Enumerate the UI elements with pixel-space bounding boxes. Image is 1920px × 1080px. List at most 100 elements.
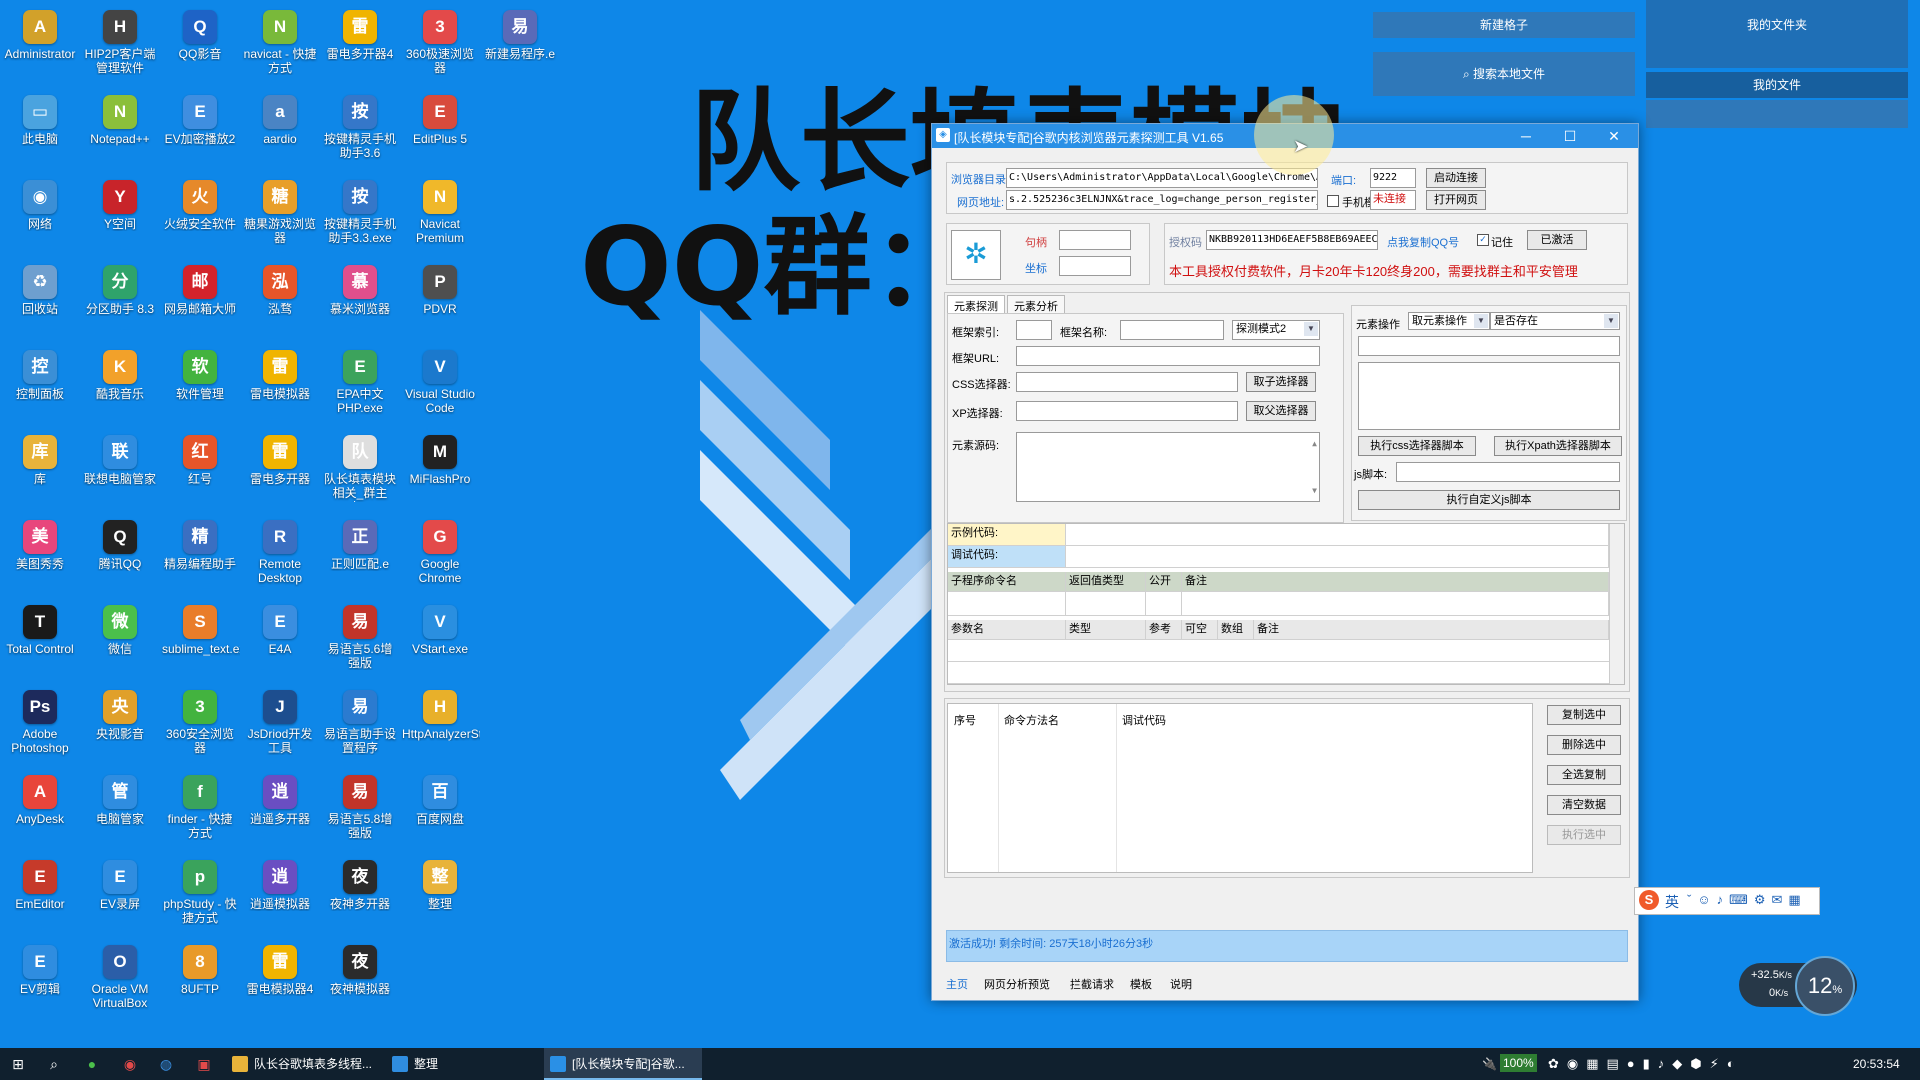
desktop-icon[interactable]: 控控制面板 <box>0 342 80 424</box>
desktop-icon[interactable]: K 酷我音乐 <box>80 342 160 424</box>
desktop-icon[interactable]: 按按键精灵手机助手3.3.exe <box>320 172 400 254</box>
pinned-app-icon[interactable]: ● <box>82 1054 102 1074</box>
param-row[interactable] <box>948 640 1609 662</box>
taskbar-app-folder[interactable]: 整理 <box>386 1048 542 1080</box>
desktop-icon[interactable]: 8 8UFTP <box>160 937 240 1019</box>
desktop-icon[interactable]: T Total Control <box>0 597 80 679</box>
search-local-files-button[interactable]: ⌕ 搜索本地文件 <box>1373 52 1635 96</box>
frame-url-input[interactable] <box>1016 346 1320 366</box>
frame-name-input[interactable] <box>1120 320 1224 340</box>
tab-home[interactable]: 主页 <box>946 976 968 992</box>
run-selected-button[interactable]: 执行选中 <box>1547 825 1621 845</box>
pinned-app-icon[interactable]: ◍ <box>156 1054 176 1074</box>
run-custom-js-button[interactable]: 执行自定义js脚本 <box>1358 490 1620 510</box>
desktop-icon[interactable]: N Notepad++ <box>80 87 160 169</box>
desktop-icon[interactable]: 管电脑管家 <box>80 767 160 849</box>
new-grid-button[interactable]: 新建格子 <box>1373 12 1635 38</box>
tab-page-preview[interactable]: 网页分析预览 <box>984 976 1050 992</box>
desktop-icon[interactable]: 逍逍遥模拟器 <box>240 852 320 934</box>
desktop-icon[interactable]: 整整理 <box>400 852 480 934</box>
tab-intercept[interactable]: 拦截请求 <box>1070 976 1114 992</box>
desktop-icon[interactable]: a aardio <box>240 87 320 169</box>
desktop-icon[interactable]: 分分区助手 8.3 <box>80 257 160 339</box>
desktop-icon[interactable]: E EV录屏 <box>80 852 160 934</box>
my-folder-panel[interactable]: 我的文件夹 <box>1646 0 1908 68</box>
desktop-icon[interactable]: 雷雷电模拟器4 <box>240 937 320 1019</box>
tab-template[interactable]: 模板 <box>1130 976 1152 992</box>
op-result-textarea[interactable] <box>1358 362 1620 430</box>
desktop-icon[interactable]: 红红号 <box>160 427 240 509</box>
desktop-icon[interactable]: 3 360极速浏览器 <box>400 2 480 84</box>
taskbar-app-fill-tool[interactable]: 队长谷歌填表多线程... <box>226 1048 384 1080</box>
js-script-input[interactable] <box>1396 462 1620 482</box>
coord-input[interactable] <box>1059 256 1131 276</box>
desktop-icon[interactable]: 易新建易程序.e <box>480 2 560 84</box>
url-input[interactable]: s.2.525236c3ELNJNX&trace_log=change_pers… <box>1006 190 1318 210</box>
editor-scrollbar[interactable] <box>1609 524 1624 684</box>
desktop-icon[interactable]: H HttpAnalyzerStdV7 <box>400 682 480 764</box>
handle-input[interactable] <box>1059 230 1131 250</box>
desktop-icon[interactable]: 泓泓骛 <box>240 257 320 339</box>
debug-code-value[interactable] <box>1066 546 1609 568</box>
maximize-icon[interactable]: ☐ <box>1548 124 1592 148</box>
desktop-icon[interactable]: Q QQ影音 <box>160 2 240 84</box>
crosshair-target-icon[interactable]: ✲ <box>951 230 1001 280</box>
sub-name-cell[interactable] <box>948 592 1066 616</box>
open-page-button[interactable]: 打开网页 <box>1426 190 1486 210</box>
desktop-icon[interactable]: A AnyDesk <box>0 767 80 849</box>
public-cell[interactable] <box>1146 592 1182 616</box>
desktop-icon[interactable]: 夜夜神模拟器 <box>320 937 400 1019</box>
clock[interactable]: 20:53:54 <box>1853 1048 1900 1080</box>
copy-selected-button[interactable]: 复制选中 <box>1547 705 1621 725</box>
run-xpath-script-button[interactable]: 执行Xpath选择器脚本 <box>1494 436 1622 456</box>
desktop-icon[interactable]: 微微信 <box>80 597 160 679</box>
desktop-icon[interactable]: O Oracle VM VirtualBox <box>80 937 160 1019</box>
desktop-icon[interactable]: f finder - 快捷方式 <box>160 767 240 849</box>
desktop-icon[interactable]: A Administrator <box>0 2 80 84</box>
desktop-icon[interactable]: E EditPlus 5 <box>400 87 480 169</box>
activated-button[interactable]: 已激活 <box>1527 230 1587 250</box>
param-row[interactable] <box>948 662 1609 684</box>
ime-lang[interactable]: 英 <box>1665 892 1679 912</box>
desktop-icon[interactable]: M MiFlashPro <box>400 427 480 509</box>
return-type-cell[interactable] <box>1066 592 1146 616</box>
ime-tool-icons[interactable]: ˇ☺♪⌨⚙✉▦ <box>1687 892 1807 908</box>
get-parent-selector-button[interactable]: 取父选择器 <box>1246 401 1316 421</box>
scroll-up-icon[interactable]: ▲ <box>1312 435 1317 452</box>
desktop-icon[interactable]: 糖糖果游戏浏览器 <box>240 172 320 254</box>
frame-index-input[interactable] <box>1016 320 1052 340</box>
desktop-icon[interactable]: 易易语言5.8增强版 <box>320 767 400 849</box>
desktop-icon[interactable]: 联联想电脑管家 <box>80 427 160 509</box>
desktop-icon[interactable]: Nnavicat - 快捷方式 <box>240 2 320 84</box>
clear-data-button[interactable]: 清空数据 <box>1547 795 1621 815</box>
desktop-icon[interactable]: 按按键精灵手机助手3.6 <box>320 87 400 169</box>
desktop-icon[interactable]: 逍逍遥多开器 <box>240 767 320 849</box>
pinned-app-icon[interactable]: ▣ <box>194 1054 214 1074</box>
desktop-icon[interactable]: H HIP2P客户端管理软件 <box>80 2 160 84</box>
desktop-icon[interactable]: 百百度网盘 <box>400 767 480 849</box>
desktop-icon[interactable]: 队队长填表模块相关_群主上... <box>320 427 400 509</box>
taskbar-app-detector[interactable]: [队长模块专配]谷歌... <box>544 1048 702 1080</box>
tab-help[interactable]: 说明 <box>1170 976 1192 992</box>
tray-icon[interactable]: 🔌 <box>1482 1048 1497 1080</box>
element-source-textarea[interactable]: ▲ ▼ <box>1016 432 1320 502</box>
desktop-icon[interactable]: E EPA中文PHP.exe <box>320 342 400 424</box>
desktop-icon[interactable]: PsAdobe Photoshop CC (... <box>0 682 80 764</box>
desktop-icon[interactable]: ◉ 网络 <box>0 172 80 254</box>
exist-select[interactable]: 是否存在 ▼ <box>1490 312 1620 330</box>
desktop-icon[interactable]: 软软件管理 <box>160 342 240 424</box>
desktop-icon[interactable]: Ssublime_text.exe <box>160 597 240 679</box>
search-icon[interactable]: ⌕ <box>44 1054 64 1074</box>
desktop-icon[interactable]: E EmEditor <box>0 852 80 934</box>
scroll-down-icon[interactable]: ▼ <box>1312 482 1317 499</box>
desktop-icon[interactable]: 雷雷电模拟器 <box>240 342 320 424</box>
desktop-icon[interactable]: Y Y空间 <box>80 172 160 254</box>
delete-selected-button[interactable]: 删除选中 <box>1547 735 1621 755</box>
run-css-script-button[interactable]: 执行css选择器脚本 <box>1358 436 1476 456</box>
desktop-icon[interactable]: 雷雷电多开器4 <box>320 2 400 84</box>
command-list[interactable]: 序号 命令方法名 调试代码 <box>947 703 1533 873</box>
desktop-icon[interactable]: 易易语言5.6增强版 <box>320 597 400 679</box>
desktop-icon[interactable]: 火火绒安全软件 <box>160 172 240 254</box>
desktop-icon[interactable]: 库库 <box>0 427 80 509</box>
desktop-icon[interactable]: 正正则匹配.e <box>320 512 400 594</box>
